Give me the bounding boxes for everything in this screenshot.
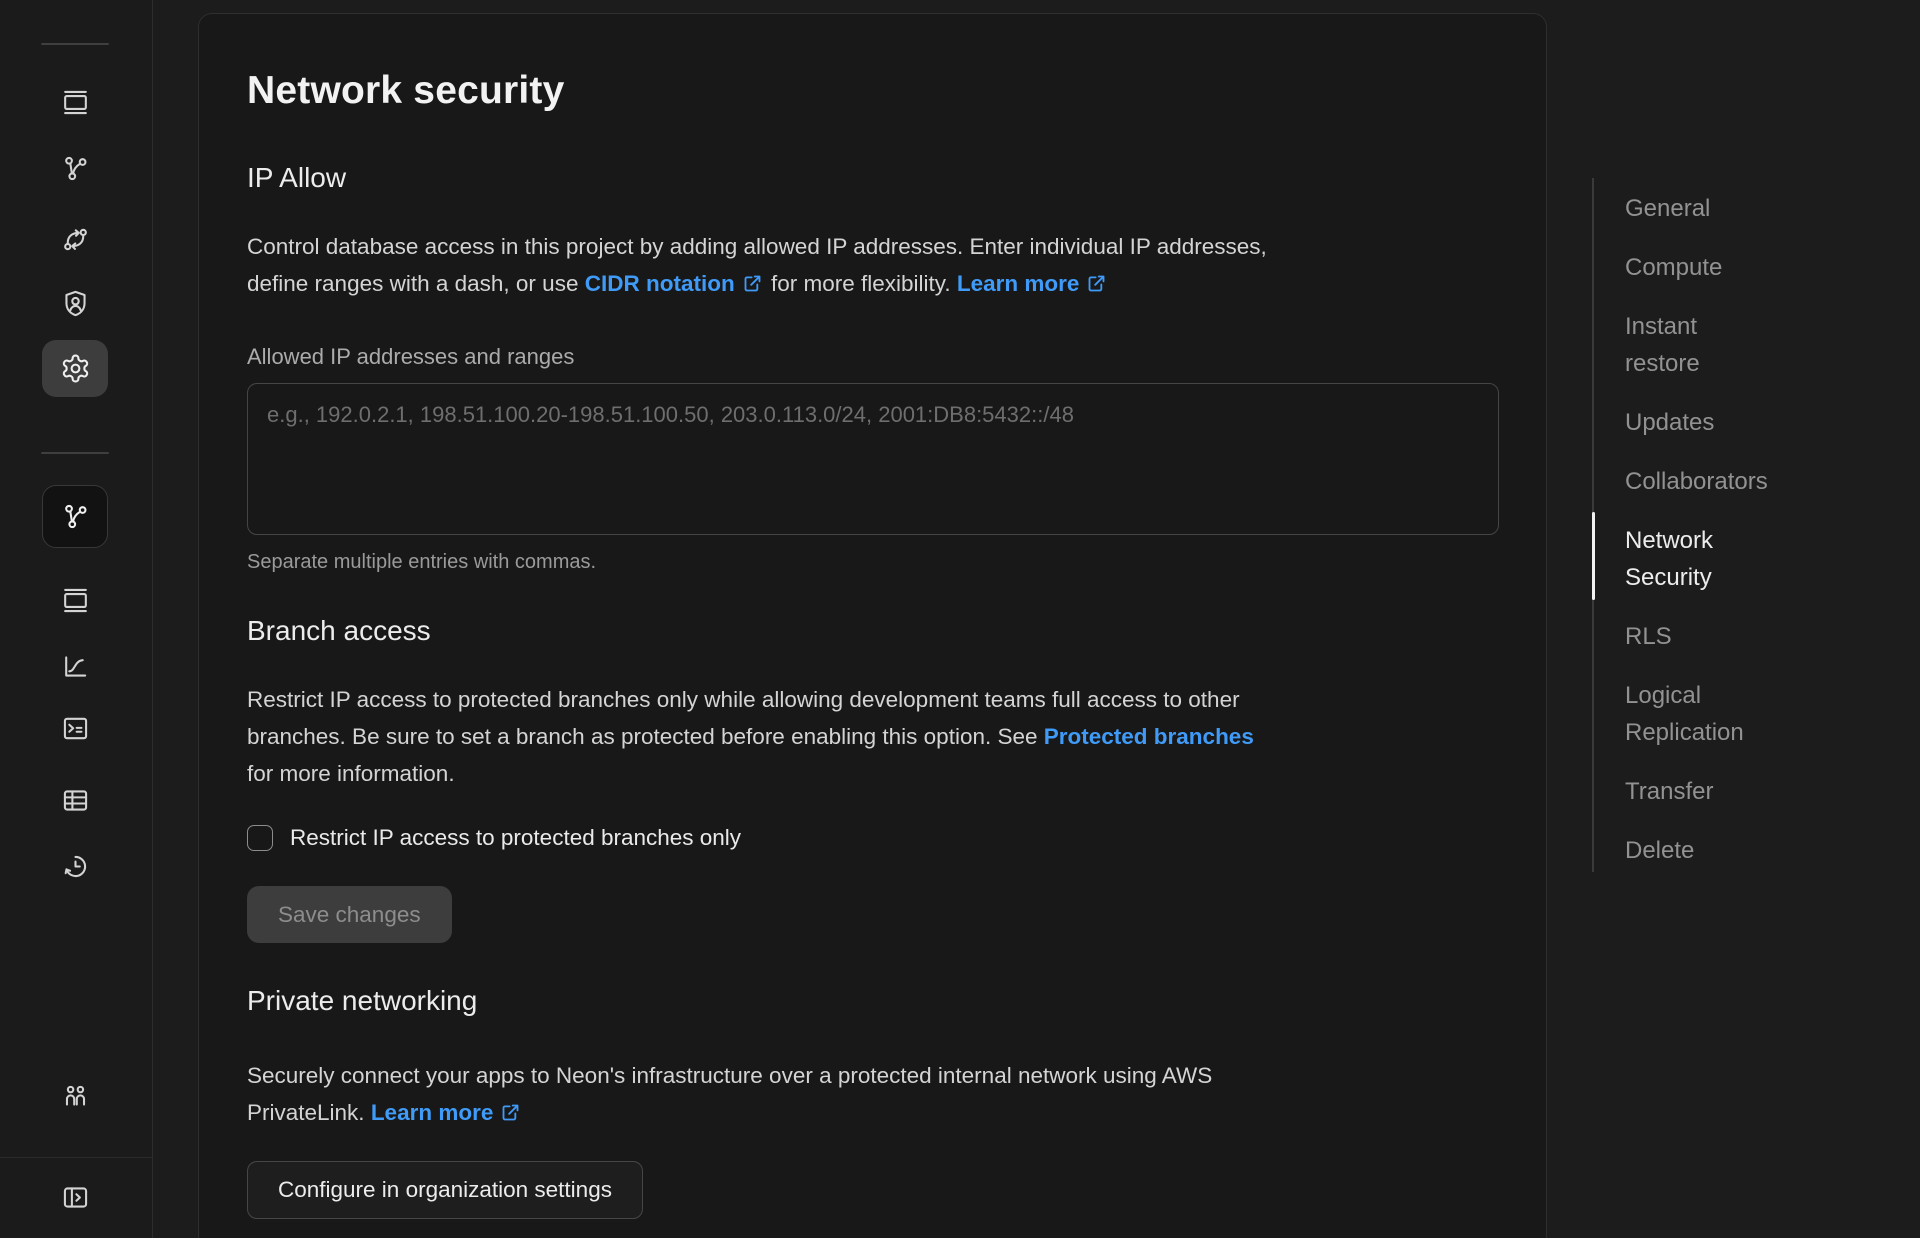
sidebar-item-sql-editor[interactable] <box>42 704 108 752</box>
nav-item-transfer[interactable]: Transfer <box>1625 773 1805 810</box>
sidebar-collapse-toggle[interactable] <box>42 1173 108 1221</box>
dashboard-icon <box>60 87 91 118</box>
ip-allow-learn-more-link[interactable]: Learn more <box>957 271 1080 296</box>
terminal-icon <box>60 713 91 744</box>
restrict-ip-checkbox[interactable] <box>247 825 273 851</box>
ip-addresses-input[interactable] <box>247 383 1499 535</box>
sidebar-item-branches[interactable] <box>42 144 108 192</box>
nav-list: General Compute Instant restore Updates … <box>1592 178 1882 869</box>
people-icon <box>60 1080 91 1111</box>
sidebar-bottom-divider <box>0 1157 153 1158</box>
branch-access-description: Restrict IP access to protected branches… <box>247 681 1498 792</box>
sidebar-item-restore[interactable] <box>42 842 108 890</box>
restrict-ip-checkbox-label: Restrict IP access to protected branches… <box>290 825 741 851</box>
ip-input-helper: Separate multiple entries with commas. <box>247 547 1498 577</box>
sidebar-item-settings[interactable] <box>42 340 108 397</box>
settings-card: Network security IP Allow Control databa… <box>198 13 1547 1238</box>
sidebar-divider <box>41 43 109 45</box>
nav-item-general[interactable]: General <box>1625 190 1805 227</box>
save-changes-button[interactable]: Save changes <box>247 886 452 943</box>
private-networking-heading: Private networking <box>247 983 1498 1019</box>
nav-item-network-security[interactable]: Network Security <box>1625 522 1805 596</box>
sidebar-item-roles[interactable] <box>42 279 108 327</box>
icon-sidebar <box>0 0 153 1238</box>
sidebar-item-dashboard[interactable] <box>42 78 108 126</box>
ip-allow-heading: IP Allow <box>247 160 1498 196</box>
git-branch-icon <box>60 153 91 184</box>
history-clock-icon <box>60 851 91 882</box>
restrict-ip-checkbox-row[interactable]: Restrict IP access to protected branches… <box>247 822 1498 854</box>
nav-item-instant-restore[interactable]: Instant restore <box>1625 308 1805 382</box>
table-icon <box>60 785 91 816</box>
private-networking-learn-more-link[interactable]: Learn more <box>371 1100 494 1125</box>
configure-org-settings-button[interactable]: Configure in organization settings <box>247 1161 643 1219</box>
settings-page-nav: General Compute Instant restore Updates … <box>1592 178 1882 872</box>
sync-arrows-icon <box>60 224 91 255</box>
shield-user-icon <box>60 288 91 319</box>
cidr-notation-link[interactable]: CIDR notation <box>585 271 735 296</box>
ip-allow-description-text: for more flexibility. <box>765 271 957 296</box>
sidebar-divider <box>41 452 109 454</box>
sidebar-item-people[interactable] <box>42 1071 108 1119</box>
protected-branches-link[interactable]: Protected branches <box>1044 724 1254 749</box>
branch-access-description-text: for more information. <box>247 761 455 786</box>
ip-input-label: Allowed IP addresses and ranges <box>247 338 1498 375</box>
nav-item-compute[interactable]: Compute <box>1625 249 1805 286</box>
sidebar-item-tables[interactable] <box>42 776 108 824</box>
sidebar-item-integrations[interactable] <box>42 215 108 263</box>
external-link-icon <box>1086 273 1107 294</box>
nav-item-logical-replication[interactable]: Logical Replication <box>1625 677 1805 751</box>
nav-item-updates[interactable]: Updates <box>1625 404 1805 441</box>
sidebar-item-branch-context[interactable] <box>42 485 108 548</box>
nav-item-delete[interactable]: Delete <box>1625 832 1805 869</box>
sidebar-item-monitoring[interactable] <box>42 642 108 690</box>
private-networking-description: Securely connect your apps to Neon's inf… <box>247 1057 1498 1131</box>
external-link-icon <box>500 1102 521 1123</box>
external-link-icon <box>742 273 763 294</box>
panel-right-icon <box>60 1182 91 1213</box>
page-title: Network security <box>247 68 1498 114</box>
nav-item-collaborators[interactable]: Collaborators <box>1625 463 1805 500</box>
nav-item-rls[interactable]: RLS <box>1625 618 1805 655</box>
app-screen: Network security IP Allow Control databa… <box>0 0 1920 1238</box>
ip-allow-description: Control database access in this project … <box>247 228 1498 302</box>
window-icon <box>60 585 91 616</box>
git-branch-icon <box>60 501 91 532</box>
branch-access-heading: Branch access <box>247 613 1498 649</box>
sidebar-item-branch-overview[interactable] <box>42 576 108 624</box>
gear-icon <box>60 353 91 384</box>
chart-curve-icon <box>60 651 91 682</box>
